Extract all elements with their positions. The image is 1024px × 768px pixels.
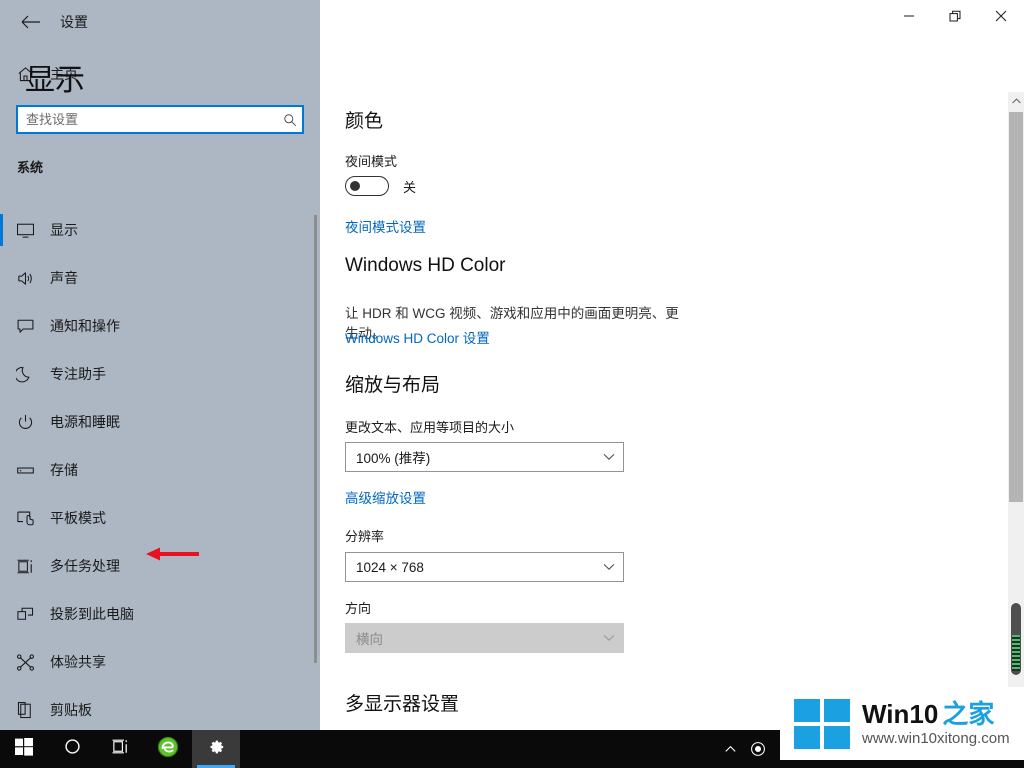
scale-dropdown[interactable]: 100% (推荐) (345, 442, 624, 472)
scroll-thumb[interactable] (1009, 112, 1023, 502)
show-hidden-icons-button[interactable] (716, 730, 744, 768)
scroll-cursor-indicator (1010, 602, 1022, 676)
section-heading-hd-color: Windows HD Color (345, 255, 506, 276)
scale-value: 100% (推荐) (356, 451, 431, 466)
section-heading-color: 颜色 (345, 111, 384, 132)
orientation-label: 方向 (345, 601, 372, 616)
window-controls (886, 0, 1024, 32)
watermark-url: www.win10xitong.com (862, 729, 1010, 747)
settings-button[interactable] (192, 730, 240, 768)
cortana-button[interactable] (48, 730, 96, 768)
night-light-settings-link[interactable]: 夜间模式设置 (345, 216, 426, 236)
restore-button[interactable] (932, 0, 978, 32)
chevron-down-icon (595, 453, 623, 461)
windows-logo-icon (15, 737, 33, 761)
windows-logo-icon (794, 698, 850, 749)
night-light-toggle[interactable] (345, 176, 389, 196)
circle-icon (64, 738, 81, 760)
toggle-knob (350, 181, 360, 191)
start-button[interactable] (0, 730, 48, 768)
minimize-button[interactable] (886, 0, 932, 32)
green-browser-icon (157, 736, 179, 763)
advanced-scaling-link[interactable]: 高级缩放设置 (345, 487, 426, 507)
page-title: 显示 (25, 64, 85, 97)
hd-color-settings-link[interactable]: Windows HD Color 设置 (345, 327, 490, 347)
recording-indicator-icon[interactable] (744, 730, 772, 768)
night-light-row: 关 (345, 176, 416, 196)
section-heading-scale-layout: 缩放与布局 (345, 375, 441, 396)
night-light-state: 关 (403, 179, 417, 195)
main-scrollbar[interactable] (1008, 92, 1024, 728)
chevron-down-icon (595, 634, 623, 642)
browser-button[interactable] (144, 730, 192, 768)
orientation-dropdown: 横向 (345, 623, 624, 653)
watermark-brand: Win10 之家 (862, 699, 1010, 729)
scale-label: 更改文本、应用等项目的大小 (345, 420, 515, 435)
site-watermark: Win10 之家 www.win10xitong.com (780, 687, 1024, 760)
resolution-label: 分辨率 (345, 529, 385, 544)
watermark-brand-en: Win10 (862, 698, 939, 729)
night-light-label: 夜间模式 (345, 154, 398, 169)
resolution-dropdown[interactable]: 1024 × 768 (345, 552, 624, 582)
watermark-text: Win10 之家 www.win10xitong.com (862, 699, 1010, 749)
gear-icon (206, 737, 226, 762)
close-button[interactable] (978, 0, 1024, 32)
task-view-button[interactable] (96, 730, 144, 768)
section-heading-multi-display: 多显示器设置 (345, 694, 460, 715)
settings-window: 设置 主页 系统 (0, 0, 1024, 768)
watermark-brand-cn: 之家 (942, 698, 995, 729)
task-view-icon (111, 737, 130, 761)
chevron-down-icon (595, 563, 623, 571)
chevron-up-icon[interactable] (1008, 92, 1024, 109)
settings-content: 显示 颜色 夜间模式 关 夜间模式设置 Windows HD Color 让 H… (0, 0, 680, 730)
orientation-value: 横向 (356, 632, 383, 647)
resolution-value: 1024 × 768 (356, 559, 424, 575)
cursor-stripes (1012, 635, 1020, 671)
